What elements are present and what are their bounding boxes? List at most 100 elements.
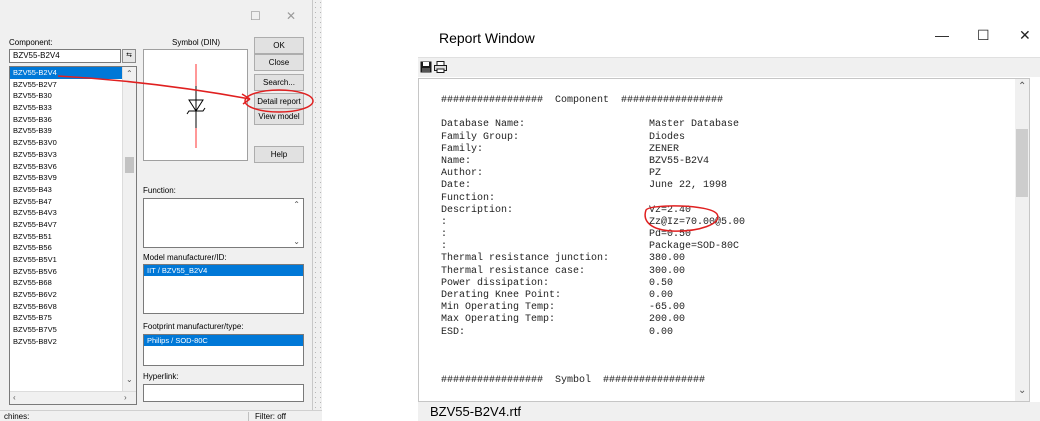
report-field-key: Date: — [441, 180, 472, 192]
report-field-key: Database Name: — [441, 119, 526, 131]
report-field-key: : — [441, 216, 448, 228]
ok-button[interactable]: OK — [254, 37, 304, 54]
component-list-item[interactable]: BZV55-B4V7 — [10, 219, 136, 231]
component-list-item[interactable]: BZV55-B2V4 — [10, 67, 136, 79]
scroll-thumb[interactable] — [125, 157, 134, 173]
component-list-item[interactable]: BZV55-B4V3 — [10, 207, 136, 219]
symbol-label: Symbol (DIN) — [172, 38, 221, 47]
print-icon[interactable] — [434, 61, 447, 73]
component-list-item[interactable]: BZV55-B3V6 — [10, 161, 136, 173]
component-list-item[interactable]: BZV55-B6V8 — [10, 301, 136, 313]
component-list-item[interactable]: BZV55-B36 — [10, 114, 136, 126]
component-list-hscrollbar[interactable]: ‹ › — [10, 391, 136, 404]
component-list-item[interactable]: BZV55-B3V0 — [10, 137, 136, 149]
component-list-item[interactable]: BZV55-B6V2 — [10, 289, 136, 301]
report-field-value: Master Database — [649, 119, 740, 131]
scroll-up-icon[interactable]: ⌃ — [293, 200, 300, 209]
report-field-row: Thermal resistance case: 300.00 — [441, 266, 1001, 278]
component-list-item[interactable]: BZV55-B56 — [10, 242, 136, 254]
component-list-item[interactable]: BZV55-B68 — [10, 277, 136, 289]
report-field-key: Author: — [441, 168, 484, 180]
scroll-down-icon[interactable]: ⌄ — [1018, 385, 1026, 396]
report-field-key: Family: — [441, 143, 484, 155]
maximize-icon[interactable]: ☐ — [250, 10, 261, 22]
scroll-left-icon[interactable]: ‹ — [13, 393, 16, 402]
component-browser-window: ☐ ✕ Component: Symbol (DIN) BZV55-B2V4 ⇆… — [0, 0, 322, 421]
scroll-right-icon[interactable]: › — [124, 393, 127, 402]
component-list-item[interactable]: BZV55-B5V1 — [10, 254, 136, 266]
search-button[interactable]: Search... — [254, 74, 304, 91]
report-field-value: Pd=0.50 — [649, 229, 692, 241]
component-list-item[interactable]: BZV55-B33 — [10, 102, 136, 114]
status-filter-text: Filter: off — [248, 412, 286, 421]
report-field-row: Description: Vz=2.40 — [441, 205, 1001, 217]
maximize-icon[interactable]: ☐ — [977, 28, 990, 42]
function-textarea[interactable]: ⌃ ⌄ — [143, 198, 304, 248]
report-field-value: 300.00 — [649, 265, 686, 277]
report-content[interactable]: ################# Component ############… — [418, 78, 1030, 402]
report-field-key: Max Operating Temp: — [441, 314, 556, 326]
report-field-value: Diodes — [649, 131, 686, 143]
footprint-label: Footprint manufacturer/type: — [143, 322, 244, 331]
footprint-list-item[interactable]: Philips / SOD-80C — [144, 335, 303, 346]
close-button[interactable]: Close — [254, 54, 304, 71]
close-icon[interactable]: ✕ — [286, 10, 296, 22]
model-list[interactable]: IIT / BZV55_B2V4 — [143, 264, 304, 314]
minimize-icon[interactable]: — — [935, 28, 949, 42]
close-icon[interactable]: ✕ — [1019, 28, 1031, 42]
report-field-key: Thermal resistance junction: — [441, 253, 610, 265]
report-field-row: Power dissipation: 0.50 — [441, 278, 1001, 290]
scroll-up-icon[interactable]: ⌃ — [1018, 81, 1026, 92]
component-search-input[interactable]: BZV55-B2V4 — [9, 49, 121, 63]
report-field-value: 0.00 — [649, 326, 674, 338]
hyperlink-input[interactable] — [143, 384, 304, 402]
component-list-item[interactable]: BZV55-B3V3 — [10, 149, 136, 161]
report-field-value: 0.00 — [649, 290, 674, 301]
component-list-item[interactable]: BZV55-B5V6 — [10, 266, 136, 278]
report-field-row: ESD: 0.00 — [441, 327, 1001, 339]
component-list-scrollbar[interactable]: ⌃ ⌄ — [122, 67, 136, 391]
component-list-item[interactable]: BZV55-B7V5 — [10, 324, 136, 336]
scroll-down-icon[interactable]: ⌄ — [126, 375, 133, 384]
report-field-key: Power dissipation: — [441, 277, 550, 289]
report-field-value: Package=SOD-80C — [649, 241, 740, 253]
component-label: Component: — [9, 38, 53, 47]
report-field-value: -65.00 — [649, 302, 686, 314]
filter-button[interactable]: ⇆ — [122, 49, 136, 63]
component-list-item[interactable]: BZV55-B2V7 — [10, 79, 136, 91]
component-list-item[interactable]: BZV55-B75 — [10, 312, 136, 324]
component-list-item[interactable]: BZV55-B8V2 — [10, 336, 136, 348]
scroll-down-icon[interactable]: ⌄ — [293, 237, 300, 246]
report-field-row: : Zz@Iz=70.00@5.00 — [441, 217, 1001, 229]
scroll-up-icon[interactable]: ⌃ — [126, 69, 133, 78]
view-model-button[interactable]: View model — [254, 108, 304, 125]
save-icon[interactable] — [420, 61, 432, 73]
scroll-thumb[interactable] — [1016, 129, 1028, 197]
component-list-item[interactable]: BZV55-B3V9 — [10, 172, 136, 184]
status-left-text: chines: — [4, 412, 30, 421]
component-list-item[interactable]: BZV55-B30 — [10, 90, 136, 102]
component-list-item[interactable]: BZV55-B43 — [10, 184, 136, 196]
report-field-value: 380.00 — [649, 253, 686, 265]
help-button[interactable]: Help — [254, 146, 304, 163]
component-list[interactable]: BZV55-B2V4 BZV55-B2V7 BZV55-B30 BZV55-B33 BZ… — [9, 66, 137, 405]
report-scrollbar[interactable]: ⌃ ⌄ — [1015, 79, 1029, 401]
component-list-item[interactable]: BZV55-B39 — [10, 125, 136, 137]
report-field-value: Zz@Iz=70.00@5.00 — [649, 216, 746, 228]
report-field-key: Min Operating Temp: — [441, 302, 556, 314]
report-field-value: June 22, 1998 — [649, 180, 728, 192]
report-field-key: : — [441, 229, 448, 241]
report-field-value: 200.00 — [649, 314, 686, 326]
model-list-item[interactable]: IIT / BZV55_B2V4 — [144, 265, 303, 276]
component-list-item[interactable]: BZV55-B51 — [10, 231, 136, 243]
model-label: Model manufacturer/ID: — [143, 253, 227, 262]
report-field-row: Max Operating Temp: 200.00 — [441, 314, 1001, 326]
report-field-row: Family Group: Diodes — [441, 132, 1001, 144]
report-window-title: Report Window — [439, 30, 535, 46]
report-field-value: Vz=2.40 — [649, 204, 692, 216]
report-field-key: Thermal resistance case: — [441, 265, 586, 277]
component-list-item[interactable]: BZV55-B47 — [10, 196, 136, 208]
footprint-list[interactable]: Philips / SOD-80C — [143, 334, 304, 366]
